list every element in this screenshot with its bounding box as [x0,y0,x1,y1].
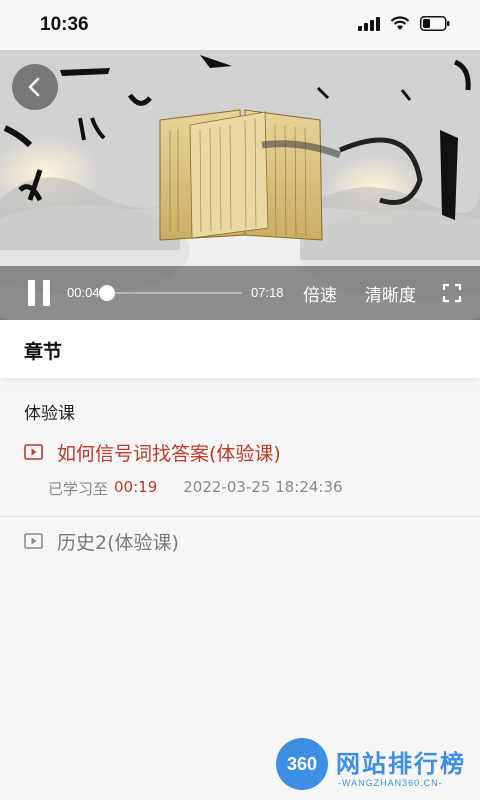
learned-time: 00:19 [114,478,158,496]
chapter-header: 章节 [0,320,480,378]
player-controls: 00:04 07:18 倍速 清晰度 [0,266,480,320]
learned-label: 已学习至 [48,480,109,498]
wifi-icon [390,16,410,30]
back-icon [28,77,40,97]
lesson-title: 如何信号词找答案(体验课) [57,443,281,465]
speed-button[interactable]: 倍速 [303,281,337,306]
chapter-title: 章节 [24,341,63,363]
play-icon [24,444,43,460]
progress-slider[interactable] [99,285,242,301]
pause-icon-bar [43,280,50,306]
watermark-badge: 360 [276,738,328,790]
quality-button[interactable]: 清晰度 [365,281,416,306]
pause-button[interactable] [28,280,50,306]
watermark-name: 网站排行榜 [336,750,466,778]
fullscreen-button[interactable] [442,283,462,303]
current-time: 00:04 [67,285,100,300]
watch-date: 2022-03-25 18:24:36 [183,478,343,496]
total-time: 07:18 [251,285,284,300]
back-button[interactable] [12,64,58,110]
lesson-progress: 已学习至 00:19 2022-03-25 18:24:36 [48,478,343,499]
status-time: 10:36 [40,14,89,35]
fullscreen-icon [442,283,462,303]
section-title: 体验课 [24,404,75,424]
lesson-item[interactable]: 如何信号词找答案(体验课) 已学习至 00:19 2022-03-25 18:2… [0,436,480,516]
signal-icon [358,16,380,31]
video-player[interactable]: 00:04 07:18 倍速 清晰度 [0,50,480,320]
progress-knob[interactable] [99,285,116,301]
pause-icon [28,280,35,306]
status-icons [358,16,450,31]
lesson-item[interactable]: 历史2(体验课) [0,516,480,568]
watermark-logo: 360 网站排行榜 -WANGZHAN360.CN- [268,736,478,796]
play-icon [24,533,43,549]
watermark-domain: -WANGZHAN360.CN- [338,778,443,788]
lesson-title: 历史2(体验课) [57,532,179,554]
status-bar: 10:36 [0,0,480,50]
battery-icon [420,16,450,31]
